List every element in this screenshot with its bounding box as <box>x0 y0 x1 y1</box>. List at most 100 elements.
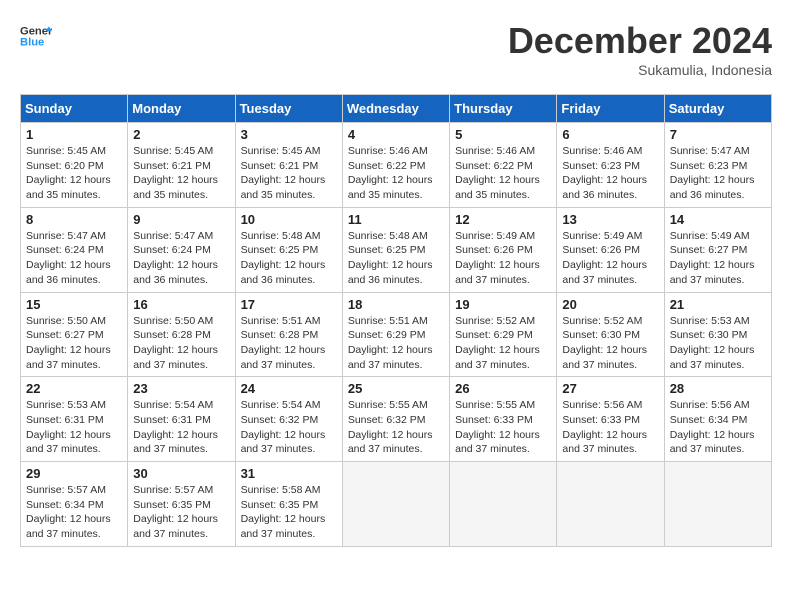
day-number: 5 <box>455 127 551 142</box>
svg-text:Blue: Blue <box>20 37 44 49</box>
day-number: 8 <box>26 212 122 227</box>
day-number: 15 <box>26 297 122 312</box>
logo: General Blue <box>20 20 56 52</box>
calendar-cell: 7Sunrise: 5:47 AMSunset: 6:23 PMDaylight… <box>664 123 771 208</box>
day-info: Sunrise: 5:55 AMSunset: 6:33 PMDaylight:… <box>455 398 551 457</box>
calendar-cell <box>557 462 664 547</box>
calendar-cell: 25Sunrise: 5:55 AMSunset: 6:32 PMDayligh… <box>342 377 449 462</box>
general-blue-logo-icon: General Blue <box>20 20 52 52</box>
calendar-body: 1 Sunrise: 5:45 AMSunset: 6:20 PMDaylight… <box>21 123 772 547</box>
day-info: Sunrise: 5:49 AMSunset: 6:26 PMDaylight:… <box>455 229 551 288</box>
calendar-cell: 26 Sunrise: 5:55 AMSunset: 6:33 PMDayligh… <box>450 377 557 462</box>
calendar-cell <box>450 462 557 547</box>
day-header-saturday: Saturday <box>664 95 771 123</box>
day-number: 29 <box>26 466 122 481</box>
day-info: Sunrise: 5:52 AMSunset: 6:29 PMDaylight:… <box>455 314 551 373</box>
calendar-cell: 14 Sunrise: 5:49 AMSunset: 6:27 PMDayligh… <box>664 207 771 292</box>
month-title: December 2024 <box>508 20 772 62</box>
calendar-cell: 22 Sunrise: 5:53 AMSunset: 6:31 PMDayligh… <box>21 377 128 462</box>
day-info: Sunrise: 5:48 AMSunset: 6:25 PMDaylight:… <box>348 229 444 288</box>
day-info: Sunrise: 5:58 AMSunset: 6:35 PMDaylight:… <box>241 483 337 542</box>
day-number: 16 <box>133 297 229 312</box>
days-of-week-header: SundayMondayTuesdayWednesdayThursdayFrid… <box>21 95 772 123</box>
day-header-tuesday: Tuesday <box>235 95 342 123</box>
day-info: Sunrise: 5:52 AMSunset: 6:30 PMDaylight:… <box>562 314 658 373</box>
day-info: Sunrise: 5:53 AMSunset: 6:30 PMDaylight:… <box>670 314 766 373</box>
day-number: 24 <box>241 381 337 396</box>
calendar-cell: 30Sunrise: 5:57 AMSunset: 6:35 PMDayligh… <box>128 462 235 547</box>
day-info: Sunrise: 5:56 AMSunset: 6:34 PMDaylight:… <box>670 398 766 457</box>
calendar-cell: 21 Sunrise: 5:53 AMSunset: 6:30 PMDayligh… <box>664 292 771 377</box>
day-info: Sunrise: 5:45 AMSunset: 6:21 PMDaylight:… <box>241 144 337 203</box>
day-number: 9 <box>133 212 229 227</box>
day-number: 17 <box>241 297 337 312</box>
calendar-cell: 15 Sunrise: 5:50 AMSunset: 6:27 PMDayligh… <box>21 292 128 377</box>
day-info: Sunrise: 5:49 AMSunset: 6:27 PMDaylight:… <box>670 229 766 288</box>
day-info: Sunrise: 5:51 AMSunset: 6:28 PMDaylight:… <box>241 314 337 373</box>
day-number: 19 <box>455 297 551 312</box>
day-number: 6 <box>562 127 658 142</box>
day-number: 23 <box>133 381 229 396</box>
day-number: 26 <box>455 381 551 396</box>
day-number: 12 <box>455 212 551 227</box>
day-info: Sunrise: 5:55 AMSunset: 6:32 PMDaylight:… <box>348 398 444 457</box>
calendar-cell: 11 Sunrise: 5:48 AMSunset: 6:25 PMDayligh… <box>342 207 449 292</box>
calendar-cell: 6 Sunrise: 5:46 AMSunset: 6:23 PMDaylight… <box>557 123 664 208</box>
calendar-week-1: 1 Sunrise: 5:45 AMSunset: 6:20 PMDaylight… <box>21 123 772 208</box>
calendar-cell: 5 Sunrise: 5:46 AMSunset: 6:22 PMDaylight… <box>450 123 557 208</box>
day-number: 20 <box>562 297 658 312</box>
day-number: 31 <box>241 466 337 481</box>
title-section: December 2024 Sukamulia, Indonesia <box>508 20 772 78</box>
calendar-cell: 20 Sunrise: 5:52 AMSunset: 6:30 PMDayligh… <box>557 292 664 377</box>
calendar-cell: 2Sunrise: 5:45 AMSunset: 6:21 PMDaylight… <box>128 123 235 208</box>
day-number: 14 <box>670 212 766 227</box>
day-number: 22 <box>26 381 122 396</box>
day-info: Sunrise: 5:50 AMSunset: 6:28 PMDaylight:… <box>133 314 229 373</box>
calendar-cell: 12 Sunrise: 5:49 AMSunset: 6:26 PMDayligh… <box>450 207 557 292</box>
page-header: General Blue December 2024 Sukamulia, In… <box>20 20 772 78</box>
day-info: Sunrise: 5:45 AMSunset: 6:21 PMDaylight:… <box>133 144 229 203</box>
day-header-thursday: Thursday <box>450 95 557 123</box>
day-number: 4 <box>348 127 444 142</box>
calendar-table: SundayMondayTuesdayWednesdayThursdayFrid… <box>20 94 772 547</box>
day-number: 21 <box>670 297 766 312</box>
calendar-cell <box>342 462 449 547</box>
day-info: Sunrise: 5:56 AMSunset: 6:33 PMDaylight:… <box>562 398 658 457</box>
day-number: 28 <box>670 381 766 396</box>
day-info: Sunrise: 5:46 AMSunset: 6:23 PMDaylight:… <box>562 144 658 203</box>
day-info: Sunrise: 5:53 AMSunset: 6:31 PMDaylight:… <box>26 398 122 457</box>
day-info: Sunrise: 5:46 AMSunset: 6:22 PMDaylight:… <box>455 144 551 203</box>
day-number: 7 <box>670 127 766 142</box>
calendar-cell: 16 Sunrise: 5:50 AMSunset: 6:28 PMDayligh… <box>128 292 235 377</box>
day-number: 13 <box>562 212 658 227</box>
day-number: 27 <box>562 381 658 396</box>
location-subtitle: Sukamulia, Indonesia <box>508 62 772 78</box>
svg-text:General: General <box>20 25 52 37</box>
calendar-cell <box>664 462 771 547</box>
calendar-cell: 17 Sunrise: 5:51 AMSunset: 6:28 PMDayligh… <box>235 292 342 377</box>
day-header-friday: Friday <box>557 95 664 123</box>
day-info: Sunrise: 5:45 AMSunset: 6:20 PMDaylight:… <box>26 144 122 203</box>
day-number: 18 <box>348 297 444 312</box>
day-info: Sunrise: 5:50 AMSunset: 6:27 PMDaylight:… <box>26 314 122 373</box>
calendar-week-5: 29Sunrise: 5:57 AMSunset: 6:34 PMDayligh… <box>21 462 772 547</box>
calendar-cell: 19 Sunrise: 5:52 AMSunset: 6:29 PMDayligh… <box>450 292 557 377</box>
day-number: 1 <box>26 127 122 142</box>
calendar-cell: 1 Sunrise: 5:45 AMSunset: 6:20 PMDaylight… <box>21 123 128 208</box>
day-number: 10 <box>241 212 337 227</box>
day-number: 11 <box>348 212 444 227</box>
day-info: Sunrise: 5:54 AMSunset: 6:31 PMDaylight:… <box>133 398 229 457</box>
day-info: Sunrise: 5:49 AMSunset: 6:26 PMDaylight:… <box>562 229 658 288</box>
calendar-week-3: 15 Sunrise: 5:50 AMSunset: 6:27 PMDayligh… <box>21 292 772 377</box>
day-header-monday: Monday <box>128 95 235 123</box>
day-info: Sunrise: 5:47 AMSunset: 6:24 PMDaylight:… <box>26 229 122 288</box>
calendar-week-2: 8 Sunrise: 5:47 AMSunset: 6:24 PMDaylight… <box>21 207 772 292</box>
day-info: Sunrise: 5:51 AMSunset: 6:29 PMDaylight:… <box>348 314 444 373</box>
calendar-cell: 18 Sunrise: 5:51 AMSunset: 6:29 PMDayligh… <box>342 292 449 377</box>
calendar-cell: 23 Sunrise: 5:54 AMSunset: 6:31 PMDayligh… <box>128 377 235 462</box>
calendar-cell: 8 Sunrise: 5:47 AMSunset: 6:24 PMDaylight… <box>21 207 128 292</box>
day-header-sunday: Sunday <box>21 95 128 123</box>
calendar-cell: 13 Sunrise: 5:49 AMSunset: 6:26 PMDayligh… <box>557 207 664 292</box>
day-info: Sunrise: 5:54 AMSunset: 6:32 PMDaylight:… <box>241 398 337 457</box>
calendar-cell: 27 Sunrise: 5:56 AMSunset: 6:33 PMDayligh… <box>557 377 664 462</box>
